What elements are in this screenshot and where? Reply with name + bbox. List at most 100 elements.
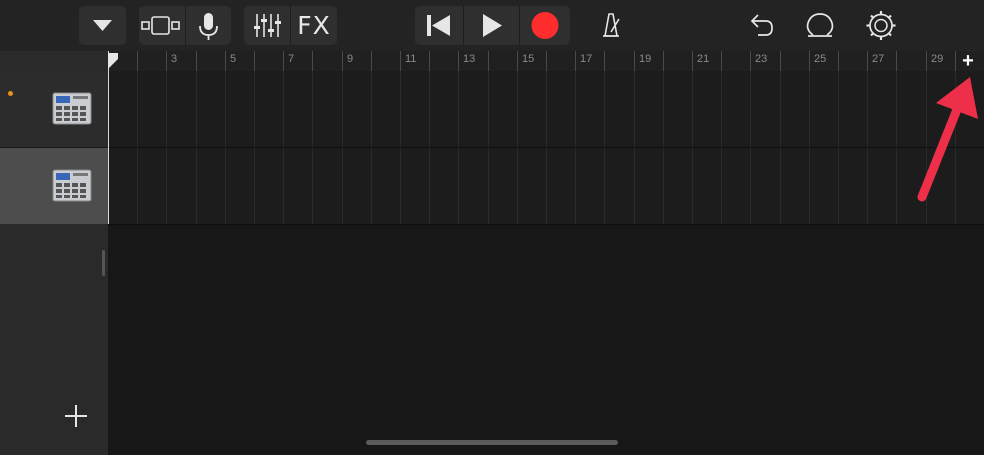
fx-button[interactable]: FX [291,6,337,45]
grid-line [342,71,343,147]
grid-line [488,148,489,224]
ruler-bar-number: 21 [697,53,710,65]
settings-button[interactable] [858,6,904,45]
grid-line [721,71,722,147]
ruler-tick [546,51,547,71]
loop-icon [806,13,834,37]
grid-line [429,71,430,147]
mixer-button[interactable] [244,6,290,45]
grid-line [867,148,868,224]
loop-browser-button[interactable] [797,6,843,45]
grid-line [458,71,459,147]
ruler-tick [955,51,956,71]
ruler-tick [750,51,751,71]
ruler-tick [371,51,372,71]
ruler-bar-number: 17 [580,53,593,65]
ruler-tick [254,51,255,71]
ruler-tick [780,51,781,71]
drum-machine-icon [52,92,92,125]
track-view-button[interactable] [139,6,184,45]
grid-line [634,71,635,147]
grid-line [809,71,810,147]
grid-line [196,148,197,224]
ruler-tick [312,51,313,71]
go-to-start-button[interactable] [415,6,463,45]
add-section-icon[interactable]: + [958,51,978,71]
ruler-bar-number: 7 [288,53,295,65]
metronome-icon [603,13,620,37]
grid-line [750,148,751,224]
timeline-ruler[interactable]: 3 5 7 9 11 13 15 17 19 21 23 25 27 29 [108,51,984,71]
track-header-selected[interactable] [0,148,108,224]
grid-line [517,71,518,147]
grid-line [663,148,664,224]
ruler-tick [458,51,459,71]
menu-dropdown-button[interactable] [79,6,126,45]
grid-line [838,148,839,224]
play-button[interactable] [464,6,519,45]
drum-machine-icon [52,169,92,202]
top-toolbar: FX [0,0,984,51]
ruler-tick [867,51,868,71]
record-button[interactable] [520,6,570,45]
ruler-tick [137,51,138,71]
ruler-tick [896,51,897,71]
grid-line [283,148,284,224]
microphone-icon [199,13,218,40]
ruler-tick [225,51,226,71]
fx-label: FX [297,11,331,40]
grid-line [371,148,372,224]
undo-button[interactable] [738,6,784,45]
microphone-button[interactable] [186,6,231,45]
grid-line [166,148,167,224]
grid-line [663,71,664,147]
grid-line [517,148,518,224]
track-lane[interactable] [108,148,984,225]
mixer-icon [254,14,281,37]
track-header-column [0,51,108,455]
grid-line [780,71,781,147]
ruler-tick [166,51,167,71]
metronome-button[interactable] [588,6,634,45]
grid-line [400,148,401,224]
grid-line [137,71,138,147]
grid-line [750,71,751,147]
grid-line [692,148,693,224]
ruler-tick [838,51,839,71]
grid-line [721,148,722,224]
add-track-icon[interactable] [60,400,92,432]
grid-line [371,71,372,147]
ruler-tick [604,51,605,71]
playhead-handle[interactable] [108,53,120,69]
ruler-bar-number: 25 [814,53,827,65]
track-indicator [8,91,13,96]
grid-line [604,71,605,147]
grid-line [429,148,430,224]
grid-line [780,148,781,224]
record-icon [531,12,559,39]
settings-icon [866,11,896,40]
grid-line [809,148,810,224]
ruler-bar-number: 11 [405,53,417,65]
grid-line [254,148,255,224]
track-header[interactable] [0,71,108,148]
playhead[interactable] [108,51,109,224]
home-indicator [366,440,618,445]
grid-line [546,71,547,147]
ruler-bar-number: 13 [463,53,476,65]
menu-dropdown-icon [93,20,112,31]
track-view-icon [141,16,180,35]
ruler-bar-number: 29 [931,53,944,65]
ruler-tick [400,51,401,71]
grid-line [312,148,313,224]
track-lane[interactable] [108,71,984,148]
grid-line [634,148,635,224]
column-resize-handle[interactable] [102,250,105,276]
grid-line [896,148,897,224]
grid-line [254,71,255,147]
annotation-arrow [917,77,978,202]
grid-line [342,148,343,224]
grid-line [283,71,284,147]
ruler-bar-number: 3 [171,53,178,65]
grid-line [546,148,547,224]
